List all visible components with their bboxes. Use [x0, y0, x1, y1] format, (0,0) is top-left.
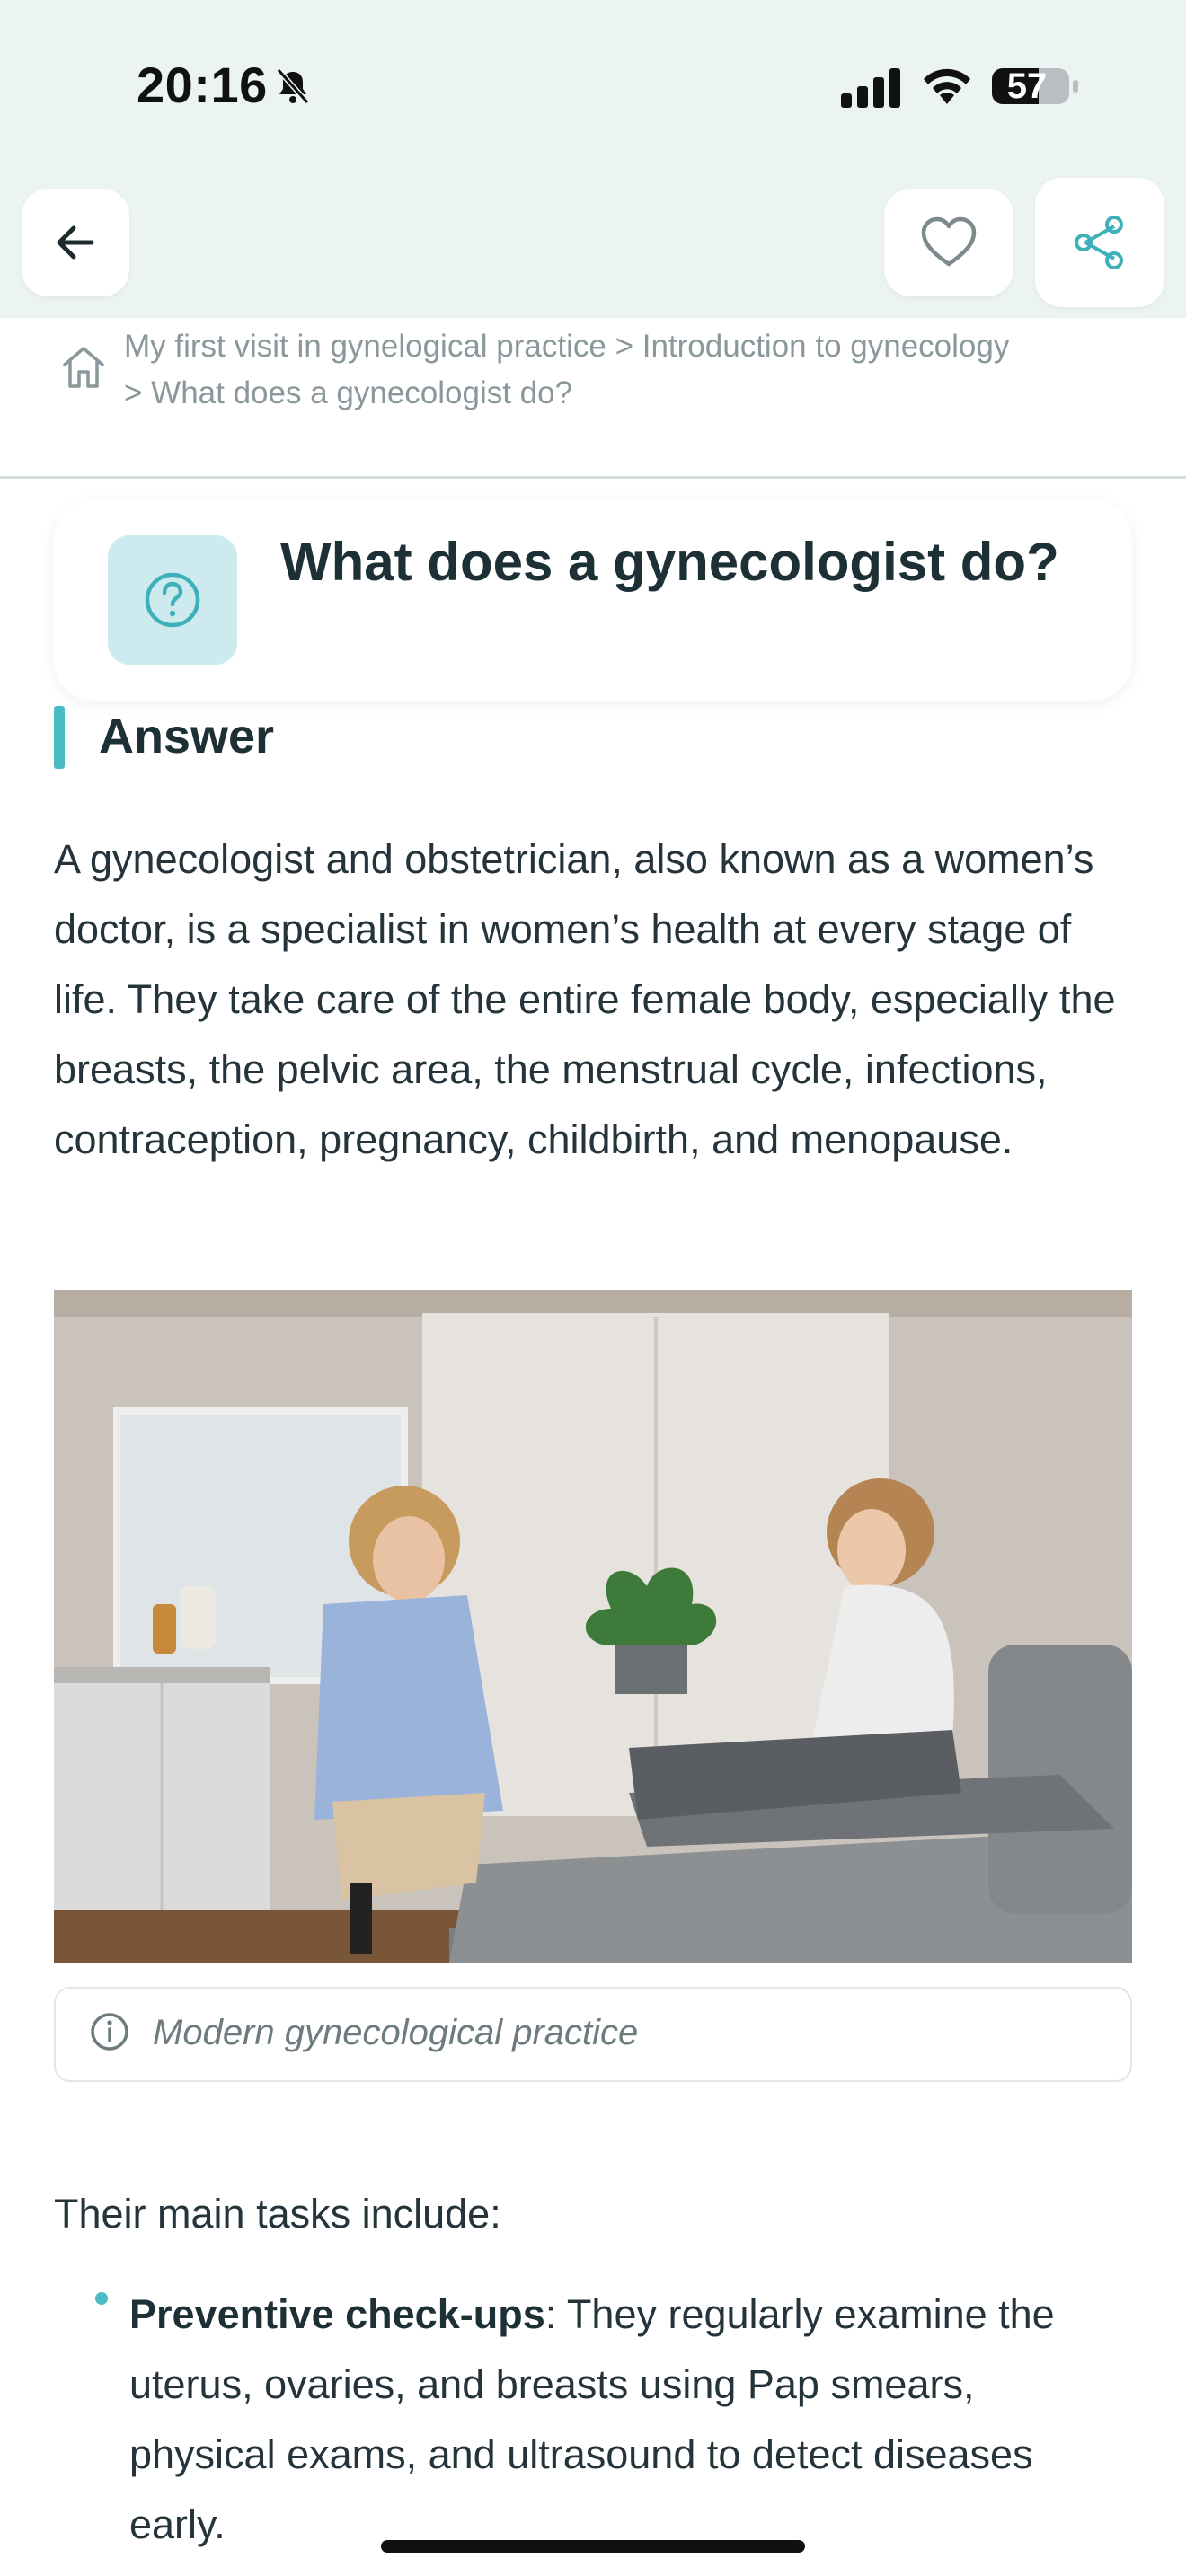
heart-icon [921, 216, 977, 267]
task-item-title: Preventive check-ups [129, 2291, 545, 2337]
battery-level: 57 [1006, 66, 1048, 106]
home-icon[interactable] [59, 343, 108, 392]
info-icon [91, 2013, 128, 2051]
share-button[interactable] [1035, 178, 1164, 307]
page-title: What does a gynecologist do? [280, 532, 1059, 592]
answer-heading: Answer [99, 710, 275, 763]
question-icon [145, 572, 200, 628]
bullet-dot [95, 2292, 108, 2305]
wifi-icon [924, 68, 970, 104]
bell-slash-icon [276, 68, 310, 104]
status-time: 20:16 [137, 57, 268, 113]
back-button[interactable] [22, 189, 129, 296]
signal-icon [841, 68, 900, 108]
favorite-button[interactable] [884, 189, 1013, 296]
answer-paragraph: A gynecologist and obstetrician, also kn… [54, 836, 1116, 1162]
share-icon [1075, 216, 1123, 269]
breadcrumb[interactable]: My first visit in gynelogical practice >… [124, 323, 1022, 417]
question-badge [108, 535, 237, 665]
answer-accent-bar [54, 706, 65, 769]
task-item: Preventive check-ups: They regularly exa… [129, 2280, 1109, 2560]
practice-photo [54, 1290, 1132, 1963]
tasks-intro: Their main tasks include: [54, 2191, 501, 2236]
back-arrow-icon [57, 225, 94, 260]
home-indicator[interactable] [381, 2540, 805, 2553]
image-caption: Modern gynecological practice [153, 2013, 639, 2052]
